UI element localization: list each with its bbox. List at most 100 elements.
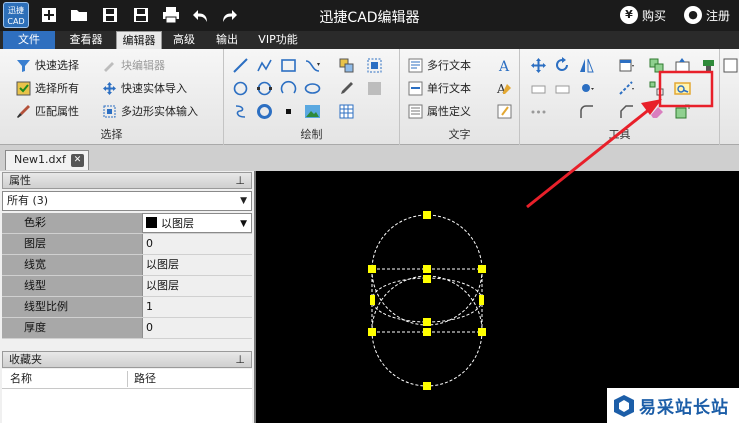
measure-icon[interactable] — [674, 80, 691, 97]
chevron-down-icon: ▼ — [240, 219, 247, 229]
column-name[interactable]: 名称 — [10, 369, 32, 389]
circle-icon[interactable] — [232, 80, 249, 97]
tab-editor[interactable]: 编辑器 — [116, 31, 162, 49]
block-editor-button[interactable]: 块编辑器 — [102, 55, 165, 75]
grip-point[interactable] — [423, 265, 431, 273]
pin-icon[interactable]: ⊥ — [235, 173, 245, 188]
table-icon[interactable] — [338, 103, 355, 120]
attribute-define-button[interactable]: 属性定义 — [408, 101, 471, 121]
image-icon[interactable] — [304, 103, 321, 120]
close-icon[interactable]: ✕ — [71, 154, 84, 167]
property-value[interactable]: 以图层 — [142, 276, 252, 296]
single-text-button[interactable]: 单行文本 — [408, 78, 471, 98]
grip-point[interactable] — [423, 328, 431, 336]
move-icon — [103, 81, 116, 95]
hatch-icon[interactable] — [366, 80, 383, 97]
text-pen-icon[interactable] — [496, 103, 513, 120]
register-button[interactable]: ● 注册 — [684, 4, 730, 26]
grip-point[interactable] — [423, 275, 431, 283]
text-edit-icon[interactable]: A — [496, 80, 513, 97]
pin-icon[interactable]: ⊥ — [235, 352, 245, 367]
tab-advanced[interactable]: 高级 — [166, 31, 202, 49]
quick-entity-import-button[interactable]: 快速实体导入 — [102, 78, 187, 98]
column-divider — [127, 371, 128, 387]
property-value[interactable]: 以图层 — [142, 255, 252, 275]
menu-tabs: 文件 查看器 编辑器 高级 输出 VIP功能 — [0, 31, 739, 49]
select-all-button[interactable]: 选择所有 — [16, 78, 79, 98]
grip-point[interactable] — [423, 211, 431, 219]
mirror-icon[interactable] — [578, 57, 595, 74]
line-icon[interactable] — [232, 57, 249, 74]
properties-icon[interactable] — [578, 80, 595, 97]
eraser-icon[interactable] — [648, 103, 665, 120]
yen-icon: ¥ — [620, 6, 638, 24]
dots-icon[interactable] — [530, 103, 547, 120]
grip-point[interactable] — [368, 265, 376, 273]
tab-file[interactable]: 文件 — [3, 31, 55, 49]
polygon-entity-input-button[interactable]: 多边形实体输入 — [102, 101, 198, 121]
properties-panel: 属性 ⊥ 所有 (3) ▼ 色彩 以图层 ▼ 图层 0 线宽 以图层 线型 以图… — [0, 171, 256, 423]
color-dropdown[interactable]: 以图层 ▼ — [142, 213, 252, 233]
group-label-select: 选择 — [100, 128, 123, 141]
property-value[interactable]: 0 — [142, 234, 252, 254]
helix-icon[interactable] — [232, 103, 249, 120]
tab-output[interactable]: 输出 — [209, 31, 245, 49]
grip-point[interactable] — [368, 328, 376, 336]
point-icon[interactable] — [280, 103, 297, 120]
multiline-text-icon — [408, 58, 423, 72]
block-attr-icon[interactable] — [674, 103, 691, 120]
chamfer-icon[interactable] — [618, 103, 635, 120]
tab-vip[interactable]: VIP功能 — [252, 31, 304, 49]
arc-icon[interactable] — [280, 80, 297, 97]
property-value[interactable]: 0 — [142, 318, 252, 338]
block-insert-icon[interactable] — [338, 57, 355, 74]
table-row: 线型 以图层 — [2, 276, 252, 297]
match-properties-button[interactable]: 匹配属性 — [16, 101, 79, 121]
region-icon[interactable] — [366, 57, 383, 74]
rotate-icon[interactable] — [554, 57, 571, 74]
copy-icon[interactable] — [648, 57, 665, 74]
rectangle-icon[interactable] — [280, 57, 297, 74]
erase-icon[interactable] — [530, 80, 547, 97]
grip-point[interactable] — [370, 295, 375, 305]
fillet-icon[interactable] — [578, 103, 595, 120]
color-swatch — [146, 217, 157, 228]
column-path[interactable]: 路径 — [134, 369, 156, 389]
favorites-header: 收藏夹 ⊥ — [2, 351, 252, 368]
grip-point[interactable] — [423, 318, 431, 326]
polyline-icon[interactable] — [256, 57, 273, 74]
grip-point[interactable] — [478, 328, 486, 336]
document-tab[interactable]: New1.dxf ✕ — [5, 150, 89, 170]
grip-point[interactable] — [479, 295, 484, 305]
property-name: 图层 — [2, 234, 142, 254]
quick-select-button[interactable]: 快速选择 — [16, 55, 79, 75]
table-row: 图层 0 — [2, 234, 252, 255]
more-tools-icon[interactable] — [722, 57, 739, 74]
ellipse-icon[interactable] — [304, 80, 321, 97]
linetype-icon[interactable] — [618, 80, 635, 97]
brush-icon — [17, 104, 30, 118]
multiline-text-button[interactable]: 多行文本 — [408, 55, 471, 75]
trim-icon[interactable] — [554, 80, 571, 97]
layer-icon[interactable] — [618, 57, 635, 74]
donut-icon[interactable] — [256, 103, 273, 120]
drawing-canvas[interactable] — [258, 171, 739, 423]
text-style-icon[interactable]: A — [496, 57, 513, 74]
register-label: 注册 — [706, 8, 731, 23]
property-value[interactable]: 1 — [142, 297, 252, 317]
tab-viewer[interactable]: 查看器 — [63, 31, 109, 49]
circle-2p-icon[interactable] — [256, 80, 273, 97]
pen-icon[interactable] — [338, 80, 355, 97]
pan-icon[interactable] — [530, 57, 547, 74]
grip-point[interactable] — [478, 265, 486, 273]
explode-icon[interactable] — [674, 57, 691, 74]
selection-dropdown[interactable]: 所有 (3) ▼ — [2, 191, 252, 211]
table-row: 线型比例 1 — [2, 297, 252, 318]
spline-icon[interactable] — [304, 57, 321, 74]
align-icon[interactable] — [648, 80, 665, 97]
ellipse-middle[interactable] — [371, 277, 483, 323]
group-label-tools: 工具 — [608, 128, 631, 141]
stamp-icon[interactable] — [700, 57, 717, 74]
grip-point[interactable] — [423, 382, 431, 390]
buy-button[interactable]: ¥ 购买 — [620, 4, 666, 26]
